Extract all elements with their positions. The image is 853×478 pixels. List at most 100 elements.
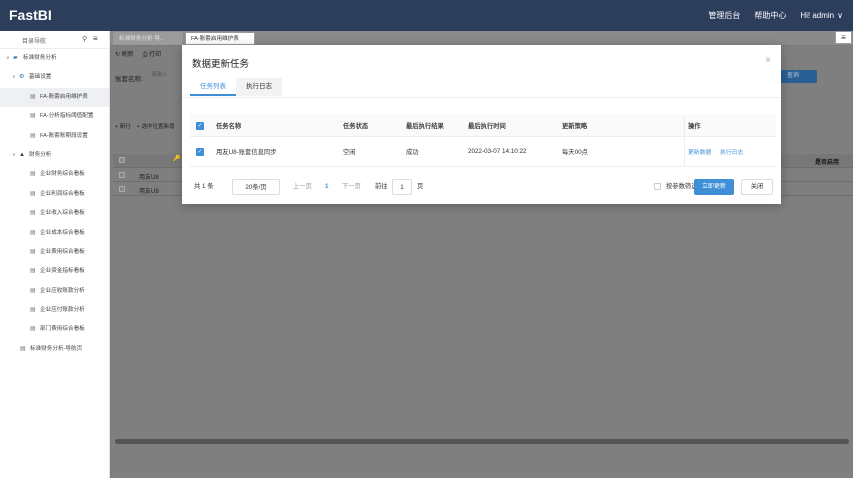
sidebar-item-label: FA-账套启用维护表: [40, 93, 88, 100]
sidebar-item[interactable]: ▤ 企业资金指标看板: [0, 262, 109, 281]
report-icon: ▤: [30, 93, 36, 100]
row-checkbox[interactable]: ✓: [196, 137, 204, 166]
report-icon: ▤: [30, 171, 36, 178]
report-icon: ▤: [30, 190, 36, 197]
task-result: 成功: [406, 149, 419, 156]
report-icon: ▤: [30, 229, 36, 236]
report-icon: ▤: [30, 326, 36, 333]
sidebar-item[interactable]: ∨ ⚙ 基础设置: [0, 68, 109, 87]
update-now-button[interactable]: 立即更新: [694, 179, 734, 195]
add-row-button[interactable]: + 新行: [115, 122, 131, 130]
goto-page-input[interactable]: 1: [392, 179, 412, 195]
query-label: 账套名称:: [115, 76, 143, 83]
task-name: 用友U8-账套信息同步: [216, 149, 277, 156]
tab-menu-icon[interactable]: ≡: [835, 31, 852, 44]
sidebar-item[interactable]: ∨ ▰ 标准财务分析: [0, 49, 109, 68]
update-data-link[interactable]: 更新数据: [688, 137, 711, 166]
sidebar-item-label: 企业财务综合看板: [40, 171, 85, 178]
sidebar-item-label: 基础设置: [29, 74, 52, 81]
row-checkbox[interactable]: [119, 172, 125, 178]
sidebar-item-label: 企业收入综合看板: [40, 210, 85, 217]
horizontal-scrollbar[interactable]: [115, 439, 849, 444]
print-button[interactable]: ⎙ 打印: [143, 49, 161, 59]
sidebar: 目录导航 ⚲ ≡ ∨ ▰ 标准财务分析 ∨ ⚙ 基础设置 ▤ FA-账套启用维护表 ▤ FA-分析…: [0, 31, 110, 478]
collapse-menu-icon[interactable]: ≡: [93, 34, 98, 43]
checkbox-icon: ✓: [196, 147, 204, 156]
key-icon: 🔑: [173, 156, 181, 162]
next-page-button[interactable]: 下一页: [342, 179, 361, 195]
refresh-button[interactable]: ↻ 刷新: [115, 49, 134, 59]
sidebar-item[interactable]: ▤ 企业应付账款分析: [0, 301, 109, 320]
checkbox-icon: ✓: [196, 121, 204, 130]
nav-help-link[interactable]: 帮助中心: [754, 10, 786, 21]
folder-icon: ▰: [13, 55, 18, 61]
report-icon: ▤: [30, 268, 36, 275]
row-account: 用友U8: [139, 189, 159, 195]
top-header: FastBI 管理后台 帮助中心 Hi! admin ∨: [0, 0, 853, 31]
sidebar-item-label: 财务分析: [29, 151, 52, 158]
dialog-tabs: 任务列表 执行日志: [190, 78, 282, 96]
tab-account-maintenance[interactable]: FA-账套启用维护表: [185, 32, 255, 45]
task-last-time: 2022-03-07 14:10:22: [468, 148, 527, 155]
page-toolbar: ↻ 刷新 ⎙ 打印: [115, 49, 161, 59]
goto-label: 前往: [375, 183, 388, 190]
report-icon: ▤: [30, 287, 36, 294]
filter-checkbox[interactable]: [654, 183, 661, 190]
report-icon: ▤: [30, 248, 36, 255]
task-status: 空闲: [343, 149, 356, 156]
col-last-result: 最后执行结果: [406, 123, 444, 130]
chevron-down-icon[interactable]: ∨: [12, 68, 16, 87]
sidebar-header: 目录导航 ⚲ ≡: [0, 31, 109, 49]
header-checkbox[interactable]: [119, 157, 125, 163]
sidebar-item[interactable]: ▤ 企业成本综合看板: [0, 224, 109, 243]
user-menu[interactable]: Hi! admin ∨: [800, 10, 843, 21]
sidebar-item[interactable]: ▤ FA-账套启用维护表: [0, 87, 109, 108]
prev-page-button[interactable]: 上一页: [293, 179, 312, 195]
close-icon[interactable]: ×: [765, 55, 771, 66]
current-page[interactable]: 1: [325, 179, 329, 195]
row-account: 用友U8: [139, 175, 159, 181]
page-size-select[interactable]: 20条/页: [232, 179, 280, 195]
print-label: 打印: [149, 52, 162, 58]
insert-row-button[interactable]: + 选中位置新增: [137, 122, 175, 130]
sidebar-item[interactable]: ▤ FA-账套账期段设置: [0, 127, 109, 146]
search-icon[interactable]: ⚲: [82, 35, 87, 43]
query-input[interactable]: 请输入: [151, 69, 181, 82]
report-icon: ▤: [30, 132, 36, 139]
chevron-down-icon[interactable]: ∨: [12, 146, 16, 165]
sidebar-item-label: FA-分析指标阈值配置: [40, 113, 94, 120]
report-icon: ▤: [30, 307, 36, 314]
close-button[interactable]: 关闭: [741, 179, 773, 195]
col-strategy: 更新策略: [562, 123, 588, 130]
sidebar-item[interactable]: ▤ 部门费用综合看板: [0, 320, 109, 339]
dialog-footer: 共 1 条 20条/页 上一页 1 下一页 前往 1 页 按参数筛选 立即更新 …: [192, 179, 773, 195]
sidebar-item[interactable]: ∨ ▲ 财务分析: [0, 146, 109, 165]
sidebar-item[interactable]: ▤ 标准财务分析-导航页: [0, 340, 109, 359]
col-last-time: 最后执行时间: [468, 123, 506, 130]
chart-icon: ▲: [19, 151, 25, 158]
report-icon: ▤: [30, 210, 36, 217]
sidebar-item[interactable]: ▤ 企业财务综合看板: [0, 165, 109, 184]
tab-nav-page[interactable]: 标准财务分析-导...: [113, 32, 183, 45]
sidebar-item[interactable]: ▤ 企业利润综合看板: [0, 185, 109, 204]
tab-execution-log[interactable]: 执行日志: [236, 78, 282, 96]
divider: [684, 115, 685, 136]
tab-task-list[interactable]: 任务列表: [190, 78, 236, 96]
report-icon: ▤: [20, 345, 26, 352]
sidebar-item-label: 企业应收账款分析: [40, 287, 85, 294]
total-count: 共 1 条: [194, 183, 214, 190]
sidebar-item[interactable]: ▤ 企业应收账款分析: [0, 282, 109, 301]
divider: [684, 137, 685, 166]
execution-log-link[interactable]: 执行日志: [720, 137, 743, 166]
sidebar-item[interactable]: ▤ 企业费用综合看板: [0, 243, 109, 262]
sidebar-item[interactable]: ▤ 企业收入综合看板: [0, 204, 109, 223]
col-task-status: 任务状态: [343, 123, 369, 130]
app-logo: FastBI: [9, 7, 52, 23]
nav-admin-link[interactable]: 管理后台: [708, 10, 740, 21]
refresh-label: 刷新: [121, 52, 134, 58]
chevron-down-icon[interactable]: ∨: [6, 49, 10, 68]
sidebar-item[interactable]: ▤ FA-分析指标阈值配置: [0, 107, 109, 126]
select-all-checkbox[interactable]: ✓: [196, 115, 204, 136]
row-checkbox[interactable]: [119, 186, 125, 192]
top-nav: 管理后台 帮助中心 Hi! admin ∨: [708, 10, 843, 21]
